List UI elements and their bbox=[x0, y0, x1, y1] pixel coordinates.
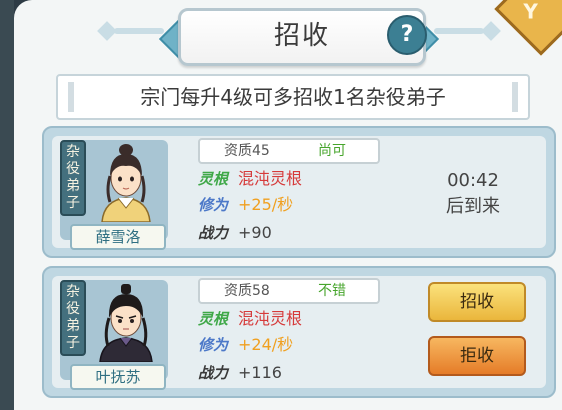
role-tag-char: 弟 bbox=[66, 318, 80, 334]
avatar: 杂 役 弟 子 薛雪洛 bbox=[60, 140, 168, 250]
spirit-root-row: 灵根 混沌灵根 bbox=[198, 306, 302, 332]
arrival-timer: 00:42 后到来 bbox=[428, 168, 518, 220]
aptitude-grade: 不错 bbox=[318, 283, 346, 299]
cultivation-icon: 修为 bbox=[198, 196, 229, 214]
disciple-portrait bbox=[99, 284, 153, 362]
reject-button[interactable]: 拒收 bbox=[428, 336, 526, 376]
cultivation-value: +24/秒 bbox=[238, 335, 294, 354]
power-row: 战力 +116 bbox=[198, 360, 282, 386]
spirit-root-icon: 灵根 bbox=[198, 310, 229, 328]
role-tag-char: 弟 bbox=[66, 178, 80, 194]
avatar: 杂 役 弟 子 叶抚苏 bbox=[60, 280, 168, 390]
recruit-button[interactable]: 招收 bbox=[428, 282, 526, 322]
power-value: +90 bbox=[238, 223, 272, 242]
aptitude-box: 资质45 尚可 bbox=[198, 138, 380, 164]
power-value: +116 bbox=[238, 363, 282, 382]
help-button[interactable]: ? bbox=[387, 15, 427, 55]
corner-badge: Y bbox=[494, 0, 562, 56]
power-row: 战力 +90 bbox=[198, 220, 272, 246]
card-inner: 杂 役 弟 子 薛雪洛 资质45 尚可 灵根 混沌灵根 修为 +25/秒 战力 … bbox=[52, 136, 546, 250]
disciple-card-1: 杂 役 弟 子 薛雪洛 资质45 尚可 灵根 混沌灵根 修为 +25/秒 战力 … bbox=[42, 126, 556, 258]
title-deco-line-right bbox=[434, 28, 484, 34]
role-tag-char: 子 bbox=[66, 195, 80, 211]
aptitude-value: 资质45 bbox=[224, 143, 270, 159]
cultivation-value: +25/秒 bbox=[238, 195, 294, 214]
background-edge bbox=[0, 0, 14, 410]
disciple-name: 薛雪洛 bbox=[70, 224, 166, 250]
disciple-portrait bbox=[101, 144, 151, 222]
corner-badge-glyph: Y bbox=[523, 0, 538, 24]
cultivation-row: 修为 +25/秒 bbox=[198, 192, 293, 218]
power-icon: 战力 bbox=[198, 364, 229, 382]
title-deco-diamond-left bbox=[97, 21, 117, 41]
spirit-root-value: 混沌灵根 bbox=[238, 169, 303, 188]
spirit-root-icon: 灵根 bbox=[198, 170, 229, 188]
info-strip: 宗门每升4级可多招收1名杂役弟子 bbox=[56, 74, 530, 120]
disciple-card-2: 杂 役 弟 子 叶抚苏 资质58 不错 灵根 混沌灵根 修为 +24/秒 战力 … bbox=[42, 266, 556, 398]
aptitude-value: 资质58 bbox=[224, 283, 270, 299]
role-tag: 杂 役 弟 子 bbox=[60, 280, 86, 356]
role-tag-char: 子 bbox=[66, 335, 80, 351]
card-inner: 杂 役 弟 子 叶抚苏 资质58 不错 灵根 混沌灵根 修为 +24/秒 战力 … bbox=[52, 276, 546, 390]
recruit-panel: Y 招收 ? 宗门每升4级可多招收1名杂役弟子 杂 役 弟 子 薛雪洛 资质45… bbox=[14, 0, 562, 410]
role-tag-char: 杂 bbox=[66, 284, 80, 300]
role-tag-char: 杂 bbox=[66, 144, 80, 160]
spirit-root-value: 混沌灵根 bbox=[238, 309, 303, 328]
role-tag: 杂 役 弟 子 bbox=[60, 140, 86, 216]
title-deco-line-left bbox=[114, 28, 164, 34]
timer-note: 后到来 bbox=[446, 196, 500, 217]
timer-countdown: 00:42 bbox=[447, 170, 499, 191]
spirit-root-row: 灵根 混沌灵根 bbox=[198, 166, 302, 192]
role-tag-char: 役 bbox=[66, 301, 80, 317]
aptitude-box: 资质58 不错 bbox=[198, 278, 380, 304]
title-deco-diamond-right bbox=[481, 21, 501, 41]
aptitude-grade: 尚可 bbox=[318, 143, 346, 159]
cultivation-icon: 修为 bbox=[198, 336, 229, 354]
info-text: 宗门每升4级可多招收1名杂役弟子 bbox=[140, 85, 446, 109]
power-icon: 战力 bbox=[198, 224, 229, 242]
disciple-name: 叶抚苏 bbox=[70, 364, 166, 390]
role-tag-char: 役 bbox=[66, 161, 80, 177]
cultivation-row: 修为 +24/秒 bbox=[198, 332, 293, 358]
